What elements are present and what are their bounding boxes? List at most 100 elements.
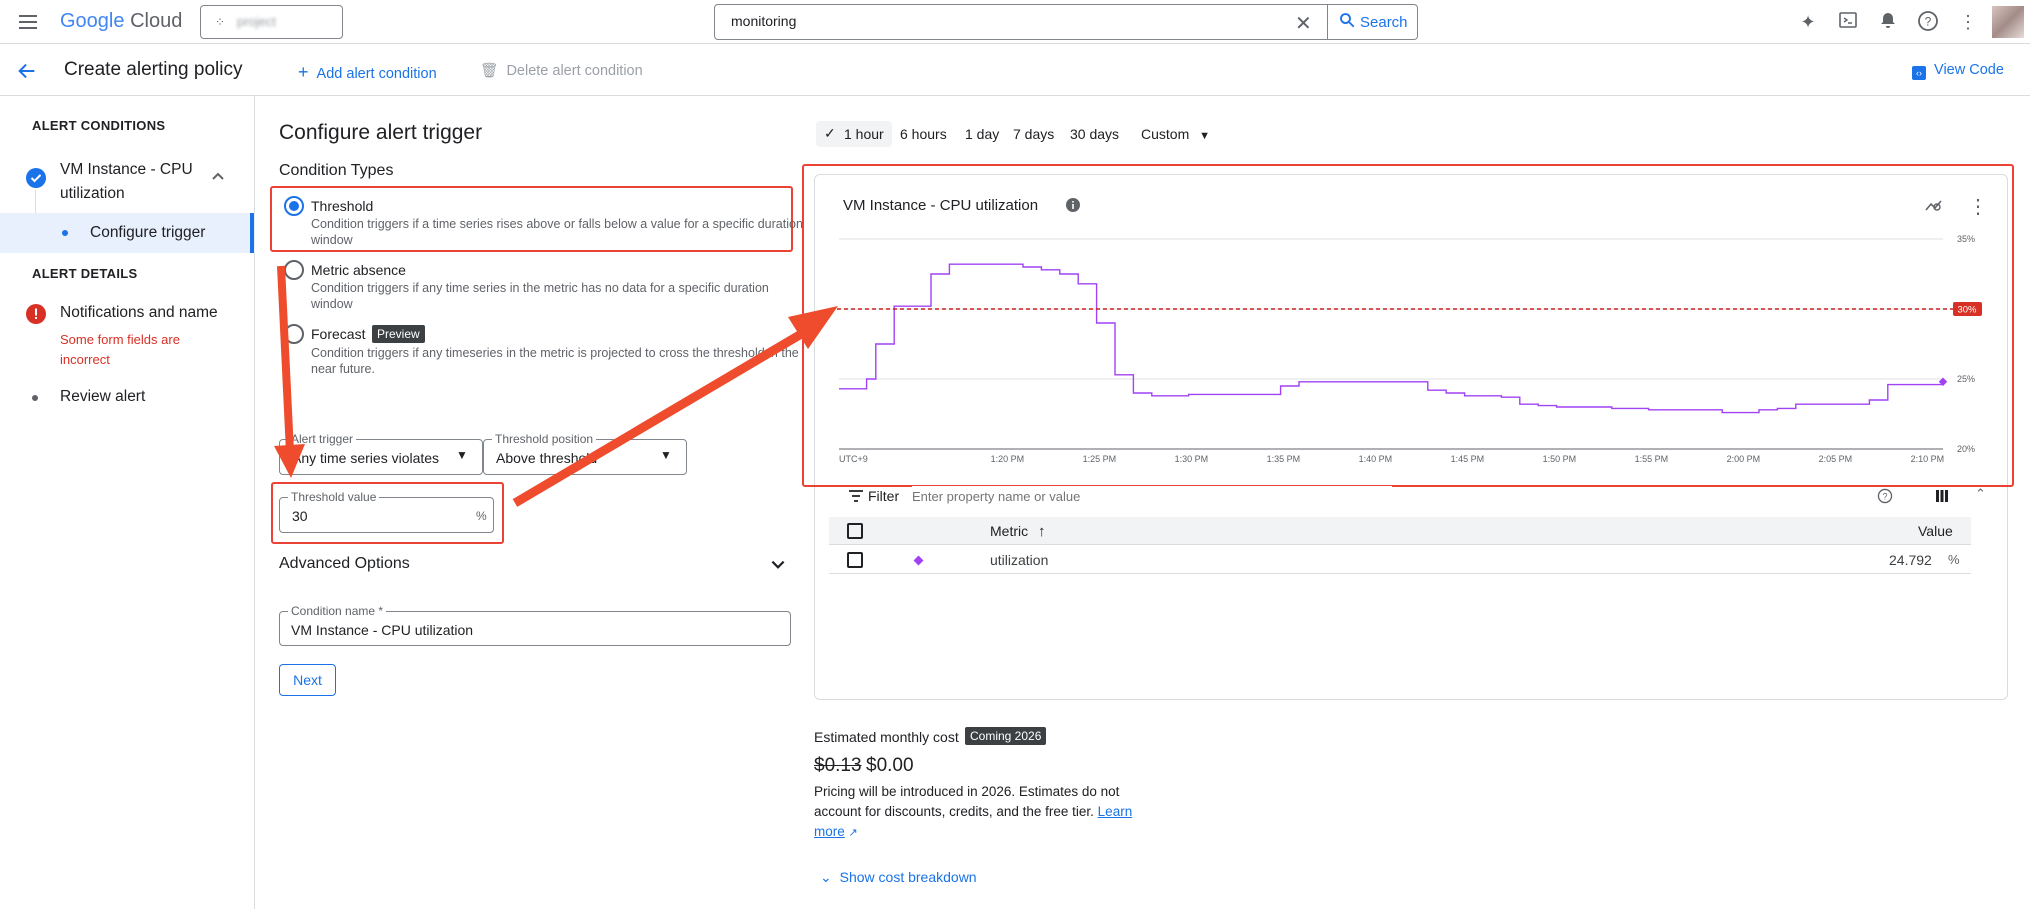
time-tab-custom[interactable]: Custom ▼ <box>1141 126 1210 142</box>
sidebar-condition-line2: utilization <box>60 185 125 202</box>
search-icon <box>1338 11 1356 33</box>
forecast-desc-line1: Condition triggers if any timeseries in … <box>311 346 799 360</box>
search-button-label: Search <box>1360 14 1408 31</box>
filter-input[interactable] <box>912 486 1392 506</box>
back-arrow-icon[interactable] <box>16 60 38 85</box>
time-tab-custom-label: Custom <box>1141 126 1190 142</box>
search-button[interactable]: Search <box>1328 4 1418 40</box>
chevron-down-icon[interactable] <box>769 556 787 577</box>
advanced-options-toggle[interactable]: Advanced Options <box>279 555 410 573</box>
delete-alert-condition-label: Delete alert condition <box>506 63 643 79</box>
explore-chart-icon[interactable] <box>1924 196 1944 217</box>
chevron-up-icon[interactable] <box>210 168 226 187</box>
row-checkbox[interactable] <box>847 552 863 568</box>
sidebar-item-notifications[interactable]: Notifications and name <box>60 304 218 322</box>
brand-google: Google <box>60 10 125 32</box>
info-icon[interactable] <box>1065 197 1081 216</box>
alert-trigger-select[interactable]: Alert trigger Any time series violates ▼ <box>279 432 483 475</box>
threshold-position-select[interactable]: Threshold position Above threshold ▼ <box>483 432 687 475</box>
x-tick-label: 1:55 PM <box>1635 454 1669 464</box>
svg-text:?: ? <box>1883 491 1888 501</box>
threshold-value-input[interactable]: Threshold value 30 % <box>279 490 494 533</box>
sidebar-item-review[interactable]: Review alert <box>60 388 145 406</box>
avatar[interactable] <box>1992 6 2024 38</box>
table-row[interactable]: utilization 24.792 % <box>829 546 1971 574</box>
show-cost-breakdown-label: Show cost breakdown <box>839 869 977 885</box>
gemini-icon[interactable]: ✦ <box>1796 10 1820 34</box>
sidebar: ALERT CONDITIONS VM Instance - CPU utili… <box>0 96 255 909</box>
x-tick-label: 1:35 PM <box>1267 454 1301 464</box>
next-button[interactable]: Next <box>279 664 336 696</box>
show-cost-breakdown-button[interactable]: ⌄ Show cost breakdown <box>820 869 977 886</box>
delete-icon: 🗑 <box>480 63 499 79</box>
main-menu-icon[interactable] <box>16 10 40 34</box>
new-price: $0.00 <box>866 755 914 776</box>
sidebar-item-condition[interactable]: VM Instance - CPU utilization <box>60 158 193 206</box>
form-error-text: Some form fields are incorrect <box>60 330 180 370</box>
forecast-desc-line2: near future. <box>311 362 375 376</box>
learn-more-link-2[interactable]: more <box>814 824 845 839</box>
forecast-desc: Condition triggers if any timeseries in … <box>311 345 799 377</box>
metric-absence-desc-line1: Condition triggers if any time series in… <box>311 281 769 295</box>
code-icon: ‹› <box>1912 66 1926 80</box>
col-header-value[interactable]: Value <box>1918 523 1953 539</box>
threshold-label: 30% <box>1957 305 1977 316</box>
sidebar-item-configure-trigger[interactable]: Configure trigger <box>0 213 255 253</box>
page-title: Create alerting policy <box>64 59 243 80</box>
project-picker[interactable]: ⁘ project <box>200 5 343 39</box>
x-tick-label: 1:45 PM <box>1451 454 1485 464</box>
project-name: project <box>237 14 277 29</box>
radio-threshold[interactable] <box>284 196 304 216</box>
review-dot-icon <box>32 395 38 401</box>
pricing-note: Pricing will be introduced in 2026. Esti… <box>814 782 1132 843</box>
x-tick-label: 2:00 PM <box>1727 454 1761 464</box>
time-tab-30d[interactable]: 30 days <box>1070 126 1119 142</box>
x-tick-label: 1:30 PM <box>1175 454 1209 464</box>
pricing-note-line1: Pricing will be introduced in 2026. Esti… <box>814 784 1120 799</box>
series-marker-icon <box>913 555 924 566</box>
time-tab-6h[interactable]: 6 hours <box>900 126 947 142</box>
x-tick-label: 1:20 PM <box>991 454 1025 464</box>
chart-more-icon[interactable]: ⋮ <box>1968 194 1988 219</box>
active-dot-icon <box>62 230 68 236</box>
threshold-value-label: Threshold value <box>288 490 380 504</box>
notifications-icon[interactable] <box>1876 10 1900 34</box>
x-tick-label: 1:50 PM <box>1543 454 1577 464</box>
google-cloud-logo[interactable]: Google Cloud <box>60 10 182 33</box>
radio-forecast[interactable] <box>284 324 304 344</box>
dropdown-arrow-icon: ▼ <box>1199 130 1211 142</box>
radio-metric-absence[interactable] <box>284 260 304 280</box>
metric-absence-desc-line2: window <box>311 297 353 311</box>
dropdown-arrow-icon: ▼ <box>456 448 468 462</box>
active-indicator <box>250 213 254 253</box>
col-header-metric[interactable]: Metric ↑ <box>990 523 1046 540</box>
alert-trigger-label: Alert trigger <box>288 432 357 446</box>
columns-icon[interactable] <box>1935 489 1949 506</box>
clear-search-icon[interactable]: ✕ <box>1295 11 1312 36</box>
cloud-shell-icon[interactable] <box>1836 10 1860 34</box>
add-alert-condition-button[interactable]: + Add alert condition <box>298 62 437 83</box>
more-vert-icon[interactable]: ⋮ <box>1956 10 1980 34</box>
preview-badge: Preview <box>372 325 425 343</box>
x-tick-label: 1:40 PM <box>1359 454 1393 464</box>
svg-text:?: ? <box>1925 15 1932 29</box>
delete-alert-condition-button[interactable]: 🗑 Delete alert condition <box>480 62 643 79</box>
time-tab-1d[interactable]: 1 day <box>965 126 999 142</box>
collapse-icon[interactable]: ⌃ <box>1975 486 1986 502</box>
search-input[interactable] <box>731 13 1251 29</box>
threshold-desc: Condition triggers if a time series rise… <box>311 216 803 248</box>
help-icon[interactable]: ? <box>1916 10 1940 34</box>
condition-name-input[interactable]: Condition name * VM Instance - CPU utili… <box>279 604 791 646</box>
sidebar-condition-line1: VM Instance - CPU <box>60 161 193 178</box>
learn-more-link[interactable]: Learn <box>1098 804 1133 819</box>
alert-details-heading: ALERT DETAILS <box>32 266 138 281</box>
select-all-checkbox[interactable] <box>847 523 863 539</box>
help-icon[interactable]: ? <box>1877 488 1893 507</box>
search-box[interactable]: ✕ <box>714 4 1328 40</box>
check-icon: ✓ <box>824 125 836 141</box>
view-code-button[interactable]: ‹› View Code <box>1912 62 2004 80</box>
time-tab-1h[interactable]: ✓ 1 hour <box>816 121 892 147</box>
row-unit: % <box>1948 552 1960 567</box>
condition-types-heading: Condition Types <box>279 162 394 179</box>
time-tab-7d[interactable]: 7 days <box>1013 126 1054 142</box>
